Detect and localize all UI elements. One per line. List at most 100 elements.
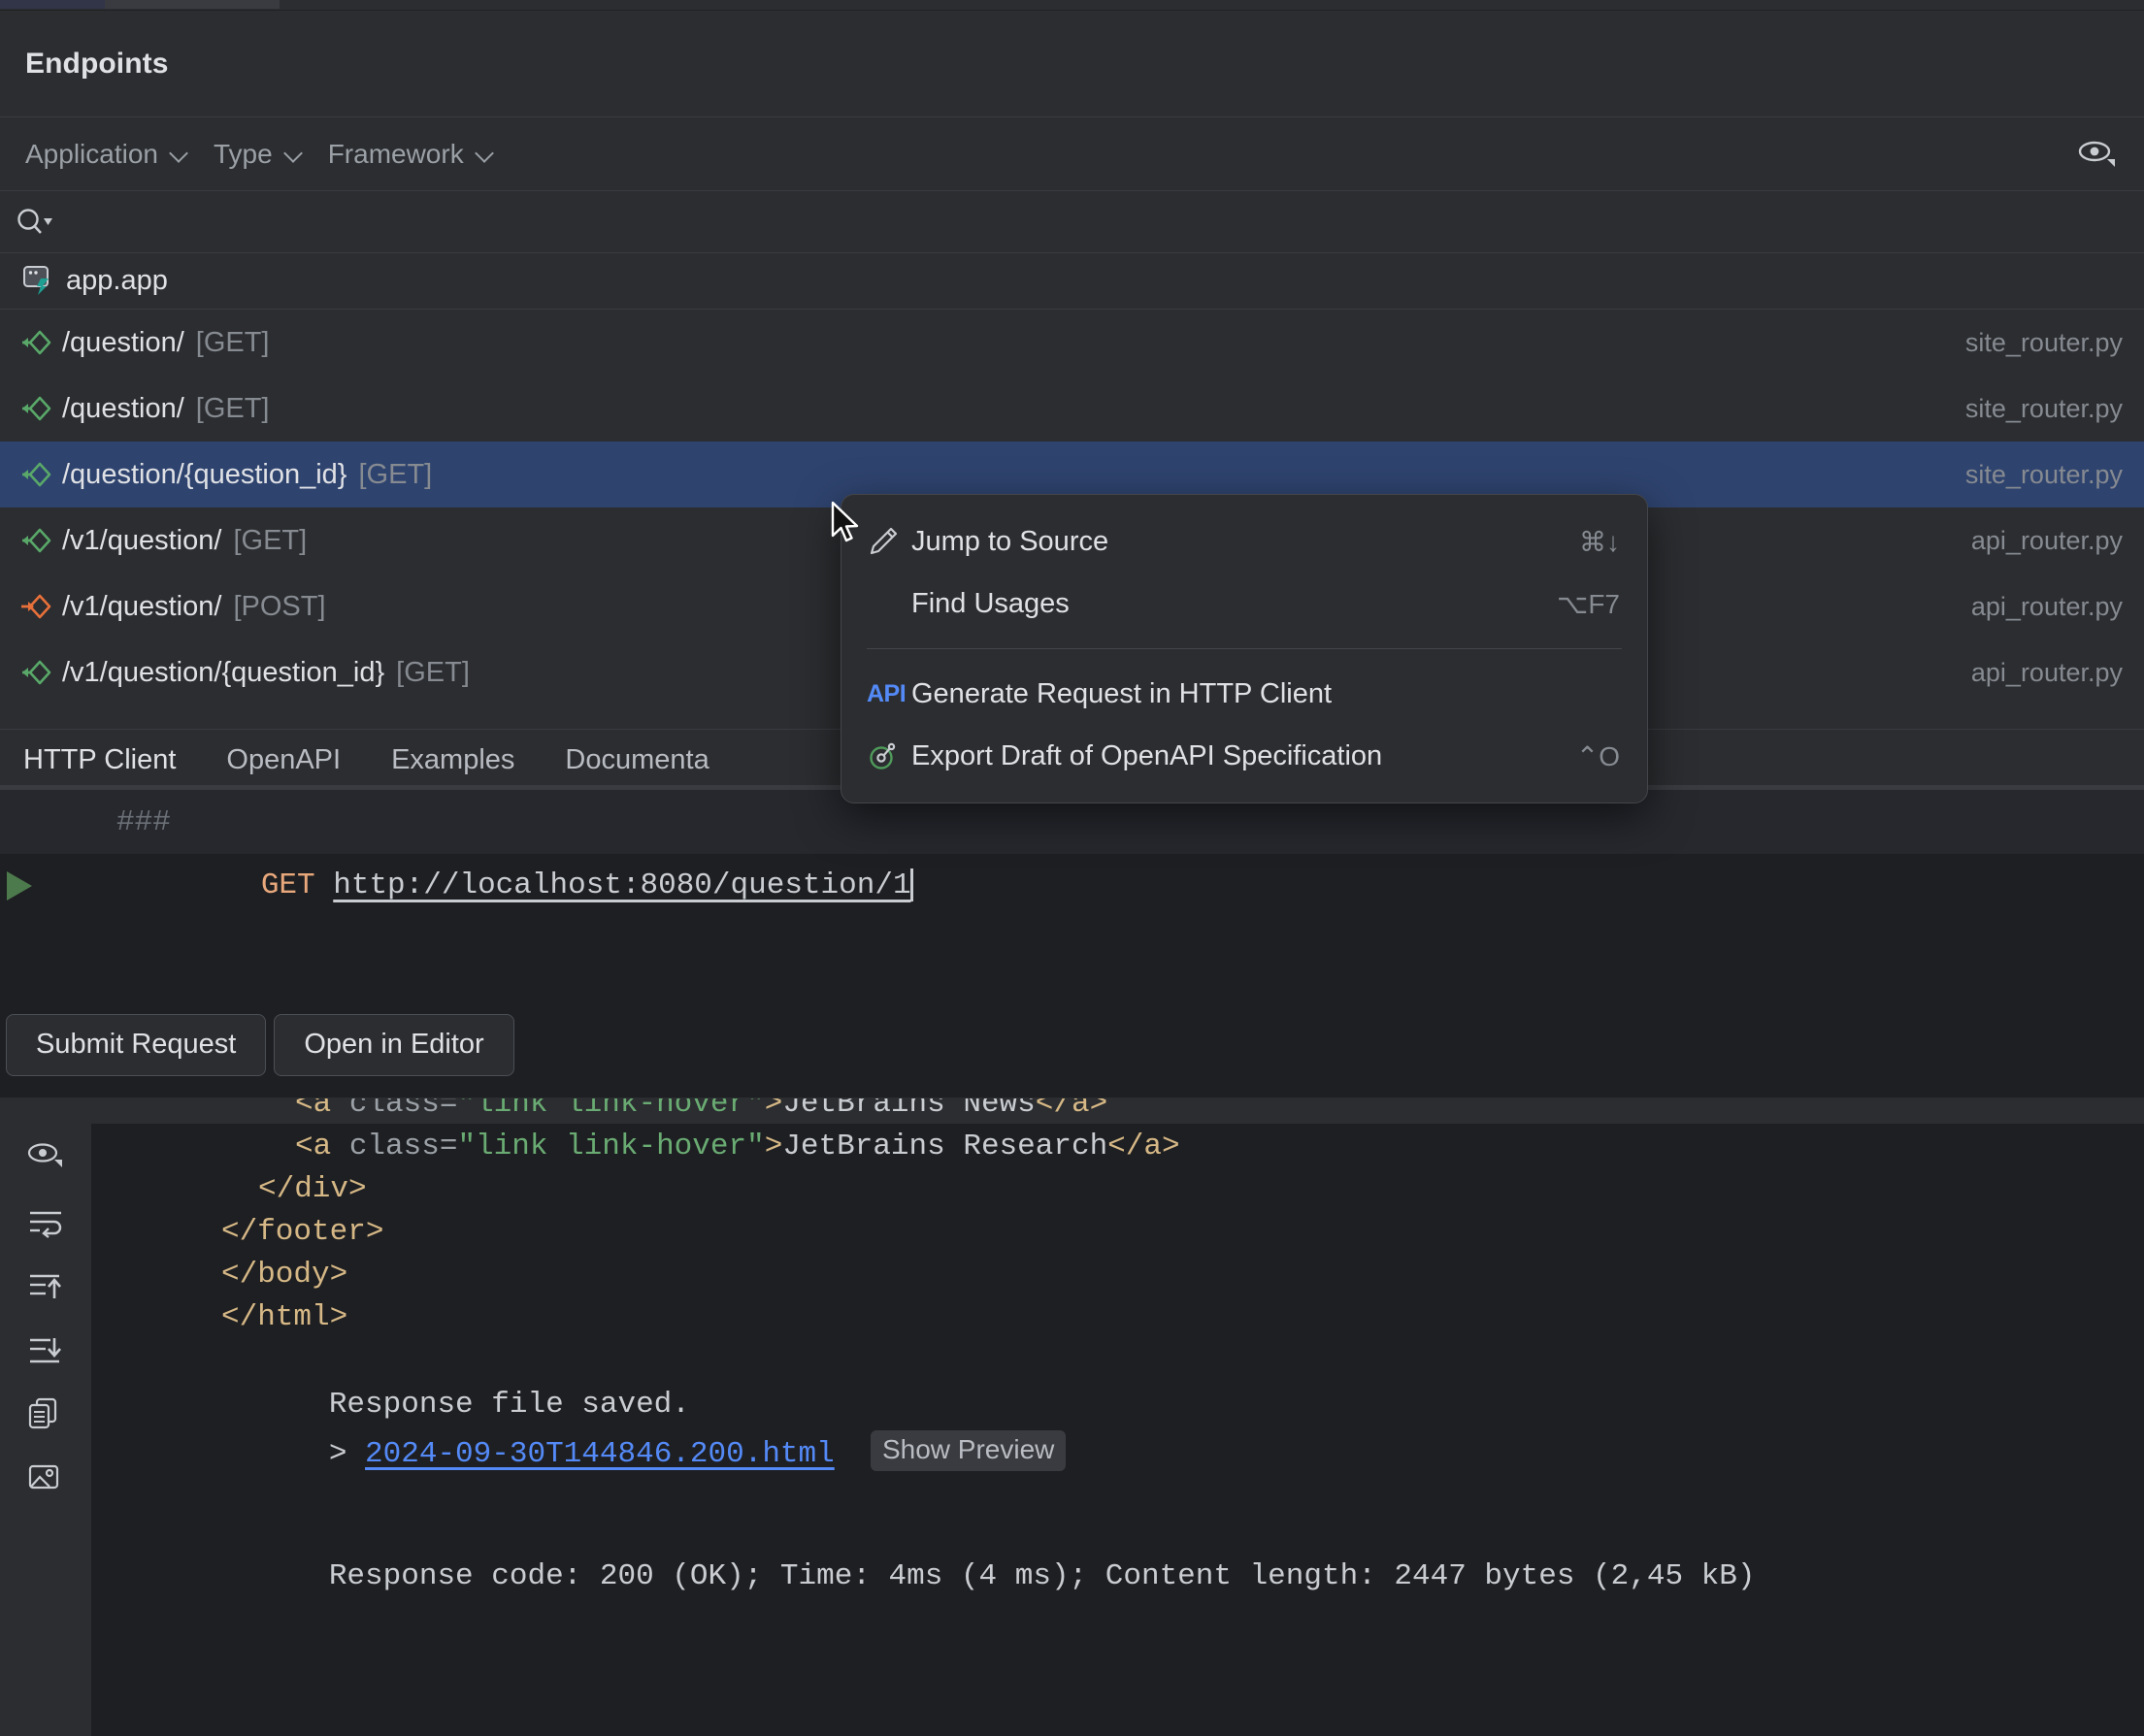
open-in-editor-button[interactable]: Open in Editor	[274, 1013, 514, 1076]
eye-icon[interactable]	[2074, 137, 2119, 172]
menu-item-jump-to-source-shortcut: ⌘↓	[1579, 526, 1620, 557]
endpoint-row[interactable]: /question/ [GET] site_router.py	[0, 310, 2144, 376]
editor-line-request: GET http://localhost:8080/question/1	[0, 854, 2144, 918]
endpoint-method: [GET]	[195, 326, 270, 358]
endpoint-method: [GET]	[233, 524, 308, 556]
copy-icon[interactable]	[15, 1382, 77, 1444]
tab-http-client[interactable]: HTTP Client	[0, 730, 202, 790]
tab-documentation-label: Documenta	[565, 743, 709, 775]
tree-root-app[interactable]: app.app	[0, 253, 2144, 310]
request-separator-comment: ###	[116, 804, 171, 839]
menu-separator	[867, 648, 1622, 649]
run-triangle-icon[interactable]	[7, 871, 32, 901]
scroll-to-bottom-icon[interactable]	[15, 1318, 77, 1380]
tab-examples[interactable]: Examples	[366, 730, 540, 790]
endpoint-method: [GET]	[396, 656, 470, 688]
menu-item-find-usages-label: Find Usages	[911, 587, 1070, 619]
menu-item-export-openapi-label: Export Draft of OpenAPI Specification	[911, 739, 1383, 771]
endpoint-source-file: site_router.py	[1964, 459, 2123, 489]
code-tag: </div>	[258, 1172, 367, 1206]
tab-openapi[interactable]: OpenAPI	[201, 730, 366, 790]
response-file-link[interactable]: 2024-09-30T144846.200.html	[365, 1437, 835, 1471]
code-attr-value: "link link-hover"	[457, 1098, 765, 1121]
search-icon[interactable]	[14, 206, 58, 239]
request-method: GET	[260, 868, 315, 903]
code-tag-close: </a>	[1035, 1098, 1108, 1121]
tab-http-client-label: HTTP Client	[23, 743, 177, 775]
tree-root-label: app.app	[66, 265, 168, 296]
menu-item-generate-request[interactable]: API Generate Request in HTTP Client	[841, 663, 1647, 725]
get-endpoint-icon	[19, 326, 52, 359]
endpoint-source-file: site_router.py	[1964, 393, 2123, 423]
code-tag-open: <a	[295, 1130, 349, 1163]
request-actions: Submit Request Open in Editor	[0, 992, 2144, 1098]
image-icon[interactable]	[15, 1446, 77, 1508]
endpoint-source-file: site_router.py	[1964, 327, 2123, 357]
menu-item-export-openapi[interactable]: Export Draft of OpenAPI Specification ⌃O	[841, 725, 1647, 787]
chevron-down-icon	[285, 146, 303, 163]
code-tag-close: </a>	[1107, 1130, 1180, 1163]
response-console: <a class="link link-hover">JetBrains New…	[0, 1098, 2144, 1736]
code-text: JetBrains Research	[782, 1130, 1108, 1163]
page-title: Endpoints	[25, 47, 169, 80]
endpoint-source-file: api_router.py	[1970, 591, 2123, 621]
chevron-down-icon	[477, 146, 494, 163]
response-file-row: > 2024-09-30T144846.200.html Show Previe…	[184, 1396, 1067, 1505]
show-preview-button[interactable]: Show Preview	[870, 1430, 1067, 1471]
tab-openapi-label: OpenAPI	[226, 743, 342, 775]
search-row[interactable]	[0, 191, 2144, 253]
top-strip-segment-left	[0, 0, 105, 9]
code-attr-name: class=	[348, 1098, 458, 1121]
filter-framework-label: Framework	[327, 138, 464, 169]
submit-request-button[interactable]: Submit Request	[6, 1013, 267, 1076]
filter-framework[interactable]: Framework	[328, 139, 494, 170]
soft-wrap-icon[interactable]	[15, 1190, 77, 1252]
code-tag: </html>	[221, 1300, 348, 1334]
endpoint-method: [GET]	[358, 458, 433, 490]
context-menu: Jump to Source ⌘↓ Find Usages ⌥F7 API Ge…	[841, 494, 1648, 803]
endpoint-row[interactable]: /question/ [GET] site_router.py	[0, 376, 2144, 442]
run-request-gutter[interactable]	[0, 871, 39, 901]
code-gt: >	[764, 1130, 783, 1163]
code-tag-open: <a	[295, 1098, 349, 1121]
code-tag: </footer>	[221, 1215, 384, 1249]
text-caret	[909, 868, 913, 902]
endpoint-method: [GET]	[195, 392, 270, 424]
code-gt: >	[764, 1098, 783, 1121]
endpoints-tool-window: Endpoints Application Type Framework app…	[0, 0, 2144, 1736]
get-endpoint-icon	[19, 458, 52, 491]
response-status-line: Response code: 200 (OK); Time: 4ms (4 ms…	[328, 1559, 1756, 1593]
menu-item-generate-request-label: Generate Request in HTTP Client	[911, 677, 1333, 709]
console-code-line: </body>	[221, 1258, 347, 1292]
submit-request-label: Submit Request	[36, 1029, 237, 1060]
http-request-editor[interactable]: ### GET http://localhost:8080/question/1	[0, 790, 2144, 992]
menu-item-jump-to-source[interactable]: Jump to Source ⌘↓	[841, 510, 1647, 573]
request-url[interactable]: http://localhost:8080/question/1	[333, 869, 910, 903]
endpoint-path: /v1/question/	[62, 524, 222, 556]
eye-icon[interactable]	[15, 1126, 77, 1188]
console-code-line: </html>	[221, 1300, 347, 1334]
code-tag: </body>	[221, 1258, 348, 1292]
chevron-down-icon	[171, 146, 188, 163]
scroll-to-top-icon[interactable]	[15, 1254, 77, 1316]
tab-examples-label: Examples	[391, 743, 515, 775]
endpoint-method: [POST]	[233, 590, 326, 622]
endpoint-source-file: api_router.py	[1970, 525, 2123, 555]
disclosure-arrow[interactable]: >	[329, 1437, 347, 1471]
tab-documentation[interactable]: Documenta	[540, 730, 734, 790]
top-strip-segment-right	[280, 0, 2144, 9]
filter-type[interactable]: Type	[214, 139, 303, 170]
pencil-icon	[867, 525, 911, 558]
search-input[interactable]	[58, 205, 2144, 239]
api-icon: API	[867, 679, 907, 707]
filter-type-label: Type	[213, 138, 273, 169]
menu-item-find-usages[interactable]: Find Usages ⌥F7	[841, 573, 1647, 635]
code-attr-name: class=	[348, 1130, 458, 1163]
console-code-line: </div>	[258, 1172, 367, 1206]
menu-item-export-openapi-shortcut: ⌃O	[1575, 740, 1620, 771]
openapi-icon	[867, 739, 911, 772]
get-endpoint-icon	[19, 524, 52, 557]
filter-application[interactable]: Application	[25, 139, 188, 170]
endpoint-path: /v1/question/	[62, 590, 222, 622]
panel-header: Endpoints	[0, 11, 2144, 117]
